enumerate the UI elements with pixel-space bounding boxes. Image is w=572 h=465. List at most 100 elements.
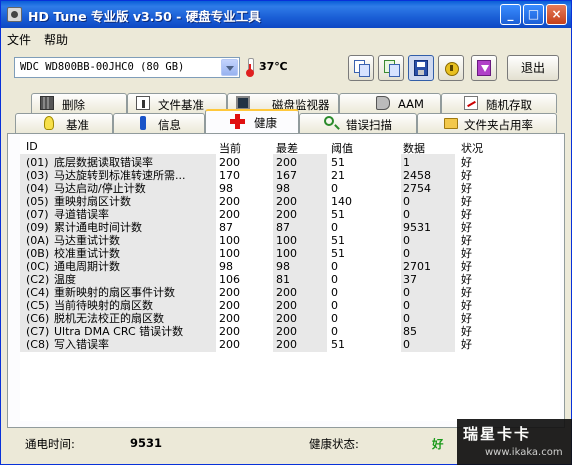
table-row[interactable]: (C2) 温度 106 81 0 37 好 — [20, 273, 560, 286]
header-current[interactable]: 当前 — [219, 140, 241, 156]
info-icon — [136, 96, 150, 110]
cell-status: 好 — [461, 338, 472, 351]
smart-table[interactable]: ID 当前 最差 阈值 数据 状况 (01) 底层数据读取错误率 200 200 51 1… — [20, 136, 560, 421]
health-status-label: 健康状态: — [309, 437, 359, 451]
power-on-value: 9531 — [130, 436, 163, 450]
cell-attribute-name: 寻道错误率 — [54, 208, 109, 221]
tab-info[interactable]: 信息 — [113, 113, 205, 133]
cell-threshold: 51 — [331, 234, 345, 247]
cell-status: 好 — [461, 312, 472, 325]
cell-data: 0 — [403, 338, 410, 351]
cell-current: 98 — [219, 260, 233, 273]
header-worst[interactable]: 最差 — [276, 140, 298, 156]
table-row[interactable]: (04) 马达启动/停止计数 98 98 0 2754 好 — [20, 182, 560, 195]
table-row[interactable]: (0B) 校准重试计数 100 100 51 0 好 — [20, 247, 560, 260]
cell-worst: 98 — [276, 260, 290, 273]
table-row[interactable]: (C8) 写入错误率 200 200 51 0 好 — [20, 338, 560, 351]
cell-id: (03) — [26, 169, 49, 182]
close-button[interactable]: × — [546, 4, 567, 25]
menu-help[interactable]: 帮助 — [44, 31, 68, 48]
cell-id: (C6) — [26, 312, 50, 325]
tab-strip: 删除 文件基准 磁盘监视器 AAM 随机存取 基准 信息 健康 错误扫描 文件夹… — [1, 89, 571, 137]
title-bar[interactable]: HD Tune 专业版 v3.50 - 硬盘专业工具 _ □ × — [1, 1, 571, 28]
floppy-disk-icon — [414, 60, 428, 76]
menu-bar: 文件 帮助 — [1, 28, 571, 48]
table-row[interactable]: (C7) Ultra DMA CRC 错误计数 200 200 0 85 好 — [20, 325, 560, 338]
cell-worst: 200 — [276, 325, 297, 338]
magnifier-icon — [324, 116, 334, 126]
table-row[interactable]: (0C) 通电周期计数 98 98 0 2701 好 — [20, 260, 560, 273]
exit-button[interactable]: 退出 — [507, 55, 559, 81]
tab-folder-usage[interactable]: 文件夹占用率 — [417, 113, 557, 133]
cell-worst: 200 — [276, 156, 297, 169]
cell-threshold: 0 — [331, 299, 338, 312]
tab-health[interactable]: 健康 — [205, 109, 299, 133]
cell-status: 好 — [461, 299, 472, 312]
menu-file[interactable]: 文件 — [7, 31, 31, 48]
monitor-icon — [236, 96, 250, 110]
header-data[interactable]: 数据 — [403, 140, 425, 156]
cell-attribute-name: 校准重试计数 — [54, 247, 120, 260]
tab-random-access[interactable]: 随机存取 — [441, 93, 557, 113]
copy-info-button[interactable] — [348, 55, 374, 81]
cell-threshold: 51 — [331, 156, 345, 169]
tab-aam-label: AAM — [398, 97, 424, 111]
tab-benchmark[interactable]: 基准 — [15, 113, 113, 133]
down-arrow-icon — [477, 60, 491, 76]
table-header: ID 当前 最差 阈值 数据 状况 — [20, 138, 560, 156]
cell-status: 好 — [461, 195, 472, 208]
cell-threshold: 0 — [331, 260, 338, 273]
tab-benchmark-label: 基准 — [66, 118, 89, 132]
table-row[interactable]: (0A) 马达重试计数 100 100 51 0 好 — [20, 234, 560, 247]
copy-all-button[interactable] — [378, 55, 404, 81]
chevron-down-icon[interactable] — [221, 59, 238, 76]
cell-threshold: 0 — [331, 273, 338, 286]
cell-current: 100 — [219, 234, 240, 247]
minimize-to-tray-button[interactable] — [471, 55, 497, 81]
cell-threshold: 0 — [331, 221, 338, 234]
cell-worst: 100 — [276, 247, 297, 260]
table-row[interactable]: (C4) 重新映射的扇区事件计数 200 200 0 0 好 — [20, 286, 560, 299]
table-row[interactable]: (07) 寻道错误率 200 200 51 0 好 — [20, 208, 560, 221]
tab-info-label: 信息 — [158, 118, 181, 132]
tab-random-access-label: 随机存取 — [486, 98, 532, 112]
cell-id: (0C) — [26, 260, 50, 273]
cell-threshold: 0 — [331, 182, 338, 195]
cell-data: 37 — [403, 273, 417, 286]
cell-current: 200 — [219, 325, 240, 338]
table-row[interactable]: (C5) 当前待映射的扇区数 200 200 0 0 好 — [20, 299, 560, 312]
tab-aam[interactable]: AAM — [339, 93, 441, 113]
header-status[interactable]: 状况 — [461, 140, 483, 156]
hd-tune-app-icon[interactable] — [7, 7, 22, 22]
cell-worst: 200 — [276, 338, 297, 351]
tab-delete[interactable]: 删除 — [31, 93, 127, 113]
cell-data: 0 — [403, 286, 410, 299]
cell-worst: 87 — [276, 221, 290, 234]
bulb-icon — [44, 116, 54, 130]
table-row[interactable]: (01) 底层数据读取错误率 200 200 51 1 好 — [20, 156, 560, 169]
table-row[interactable]: (05) 重映射扇区计数 200 200 140 0 好 — [20, 195, 560, 208]
header-threshold[interactable]: 阈值 — [331, 140, 353, 156]
cell-id: (C8) — [26, 338, 50, 351]
maximize-button[interactable]: □ — [523, 4, 544, 25]
save-screenshot-button[interactable] — [408, 55, 434, 81]
table-row[interactable]: (C6) 脱机无法校正的扇区数 200 200 0 0 好 — [20, 312, 560, 325]
ikaka-watermark: 瑞星卡卡 www.ikaka.com — [457, 419, 572, 465]
cell-data: 2458 — [403, 169, 431, 182]
table-row[interactable]: (03) 马达旋转到标准转速所需... 170 167 21 2458 好 — [20, 169, 560, 182]
minimize-button[interactable]: _ — [500, 4, 521, 25]
table-row[interactable]: (09) 累计通电时间计数 87 87 0 9531 好 — [20, 221, 560, 234]
cell-current: 200 — [219, 286, 240, 299]
cell-threshold: 140 — [331, 195, 352, 208]
options-button[interactable] — [438, 55, 464, 81]
toolbar: WDC WD800BB-00JHC0 (80 GB) 37℃ 退出 — [1, 48, 571, 88]
tab-error-scan[interactable]: 错误扫描 — [299, 113, 417, 133]
cell-threshold: 0 — [331, 312, 338, 325]
cell-attribute-name: 重映射扇区计数 — [54, 195, 131, 208]
drive-select[interactable]: WDC WD800BB-00JHC0 (80 GB) — [14, 57, 240, 78]
header-id[interactable]: ID — [26, 140, 38, 153]
cell-threshold: 0 — [331, 325, 338, 338]
cell-id: (C7) — [26, 325, 50, 338]
cell-status: 好 — [461, 273, 472, 286]
cell-id: (05) — [26, 195, 49, 208]
